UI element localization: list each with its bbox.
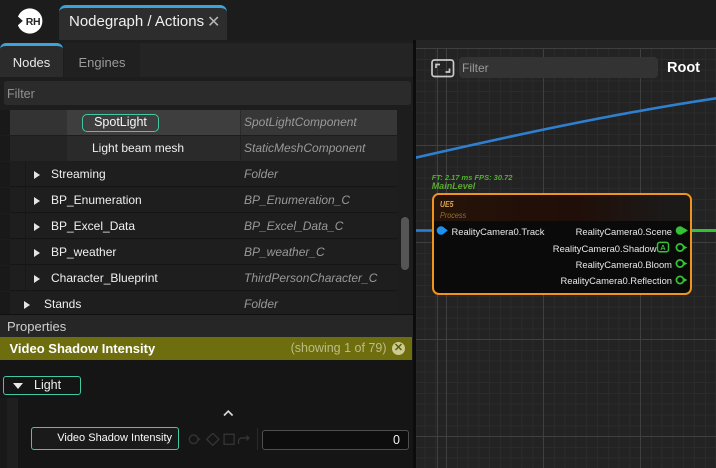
svg-text:A: A xyxy=(660,243,666,252)
svg-text:RH: RH xyxy=(26,16,41,28)
